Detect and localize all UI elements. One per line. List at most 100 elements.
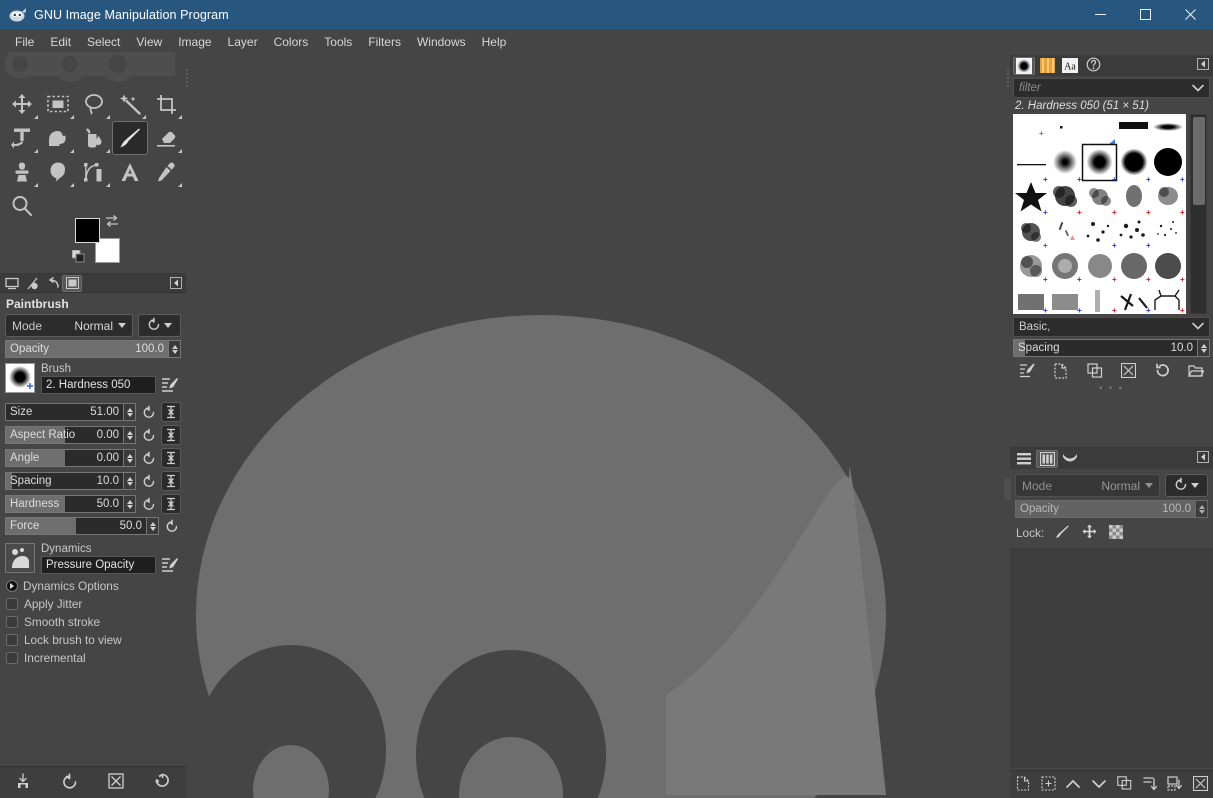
save-tool-preset-button[interactable]: [10, 771, 36, 795]
spacing-stepper[interactable]: [124, 472, 136, 490]
menu-select[interactable]: Select: [79, 32, 128, 52]
hardness-slider[interactable]: Hardness 50.0: [5, 495, 124, 513]
layer-mode-select[interactable]: Mode Normal: [1015, 474, 1160, 497]
dock-menu-icon[interactable]: [1197, 451, 1209, 463]
angle-stepper[interactable]: [124, 449, 136, 467]
size-stepper[interactable]: [124, 403, 136, 421]
edit-dynamics-icon[interactable]: [159, 554, 181, 576]
layer-list[interactable]: [1010, 548, 1213, 768]
dock-menu-icon[interactable]: [170, 277, 182, 289]
canvas-area[interactable]: [186, 55, 1010, 798]
aspect-ratio-link-button[interactable]: [161, 425, 181, 445]
brush-filter-input[interactable]: filter: [1013, 78, 1210, 98]
menu-colors[interactable]: Colors: [266, 32, 317, 52]
warp-transform-tool[interactable]: [40, 121, 76, 155]
menu-layer[interactable]: Layer: [220, 32, 266, 52]
reset-tool-options-button[interactable]: [150, 771, 176, 795]
menu-tools[interactable]: Tools: [316, 32, 360, 52]
tab-brushes[interactable]: [1013, 56, 1035, 75]
menu-view[interactable]: View: [128, 32, 170, 52]
brush-tag-filter[interactable]: Basic,: [1013, 317, 1210, 337]
angle-slider[interactable]: Angle 0.00: [5, 449, 124, 467]
menu-filters[interactable]: Filters: [360, 32, 409, 52]
zoom-tool[interactable]: [4, 189, 40, 223]
layer-opacity-stepper[interactable]: [1196, 500, 1208, 518]
chevron-down-icon[interactable]: [1192, 81, 1204, 95]
brush-value[interactable]: 2. Hardness 050: [41, 376, 156, 394]
undo-history-tab[interactable]: [42, 275, 62, 292]
opacity-slider[interactable]: Opacity 100.0: [5, 340, 169, 358]
tab-paths[interactable]: [1059, 450, 1081, 468]
restore-tool-preset-button[interactable]: [57, 771, 83, 795]
force-slider[interactable]: Force 50.0: [5, 517, 147, 535]
menu-image[interactable]: Image: [170, 32, 219, 52]
lock-brush-to-view-checkbox[interactable]: Lock brush to view: [0, 631, 186, 649]
dock-menu-icon[interactable]: [1197, 58, 1209, 70]
angle-link-button[interactable]: [161, 448, 181, 468]
edit-brush-button[interactable]: [1014, 361, 1040, 383]
refresh-brushes-button[interactable]: [1149, 361, 1175, 383]
new-layer-button[interactable]: [1012, 774, 1034, 796]
delete-layer-button[interactable]: [1189, 774, 1211, 796]
new-layer-group-button[interactable]: [1037, 774, 1059, 796]
maximize-button[interactable]: [1123, 0, 1168, 29]
aspect-ratio-reset-icon[interactable]: [140, 426, 158, 444]
swap-colors-icon[interactable]: [105, 215, 119, 230]
apply-jitter-checkbox[interactable]: Apply Jitter: [0, 595, 186, 613]
smudge-tool[interactable]: [40, 155, 76, 189]
tab-channels[interactable]: [1036, 449, 1058, 468]
menu-file[interactable]: File: [7, 32, 42, 52]
tab-patterns[interactable]: [1036, 57, 1058, 75]
spacing-link-button[interactable]: [161, 471, 181, 491]
dock-resize-grip[interactable]: • • •: [1010, 384, 1213, 393]
menu-windows[interactable]: Windows: [409, 32, 474, 52]
delete-tool-preset-button[interactable]: [103, 771, 129, 795]
rectangle-select-tool[interactable]: [40, 87, 76, 121]
smooth-stroke-checkbox[interactable]: Smooth stroke: [0, 613, 186, 631]
images-tab[interactable]: [62, 274, 82, 292]
layer-opacity-slider[interactable]: Opacity 100.0: [1015, 500, 1196, 518]
lock-pixels-button[interactable]: [1053, 525, 1071, 541]
menu-help[interactable]: Help: [474, 32, 515, 52]
minimize-button[interactable]: [1078, 0, 1123, 29]
reset-colors-icon[interactable]: [71, 249, 85, 263]
new-brush-button[interactable]: [1048, 361, 1074, 383]
size-slider[interactable]: Size 51.00: [5, 403, 124, 421]
spacing-reset-icon[interactable]: [140, 472, 158, 490]
aspect-ratio-slider[interactable]: Aspect Ratio 0.00: [5, 426, 124, 444]
scrollbar-thumb[interactable]: [1193, 117, 1205, 205]
text-tool[interactable]: [112, 155, 148, 189]
tab-document-history[interactable]: [1082, 57, 1104, 75]
lower-layer-button[interactable]: [1088, 774, 1110, 796]
device-status-tab[interactable]: [22, 275, 42, 292]
tool-options-tab[interactable]: [2, 275, 22, 292]
bucket-fill-tool[interactable]: [76, 121, 112, 155]
size-link-button[interactable]: [161, 402, 181, 422]
dynamics-options-expander[interactable]: Dynamics Options: [0, 576, 186, 595]
hardness-reset-icon[interactable]: [140, 495, 158, 513]
spacing-slider[interactable]: Spacing 10.0: [5, 472, 124, 490]
dock-collapse-handle[interactable]: [1004, 478, 1011, 500]
close-button[interactable]: [1168, 0, 1213, 29]
menu-edit[interactable]: Edit: [42, 32, 79, 52]
brush-preview[interactable]: [5, 363, 35, 393]
paths-tool[interactable]: [76, 155, 112, 189]
free-select-tool[interactable]: [76, 87, 112, 121]
incremental-checkbox[interactable]: Incremental: [0, 649, 186, 667]
clone-tool[interactable]: [4, 155, 40, 189]
paintbrush-tool[interactable]: [112, 121, 148, 155]
brush-grid[interactable]: + + + + + + + + + + + + + + + + + + + + …: [1013, 114, 1186, 314]
duplicate-brush-button[interactable]: [1082, 361, 1108, 383]
raise-layer-button[interactable]: [1062, 774, 1084, 796]
duplicate-layer-button[interactable]: [1113, 774, 1135, 796]
dynamics-value[interactable]: Pressure Opacity: [41, 556, 156, 574]
anchor-layer-button[interactable]: [1139, 774, 1161, 796]
foreground-color-swatch[interactable]: [75, 218, 100, 243]
paint-mode-select[interactable]: Mode Normal: [5, 314, 133, 337]
delete-brush-button[interactable]: [1115, 361, 1141, 383]
eraser-tool[interactable]: [148, 121, 184, 155]
layer-mode-reset-button[interactable]: [1165, 474, 1208, 497]
hardness-stepper[interactable]: [124, 495, 136, 513]
brush-grid-scrollbar[interactable]: [1190, 114, 1207, 314]
crop-tool[interactable]: [148, 87, 184, 121]
